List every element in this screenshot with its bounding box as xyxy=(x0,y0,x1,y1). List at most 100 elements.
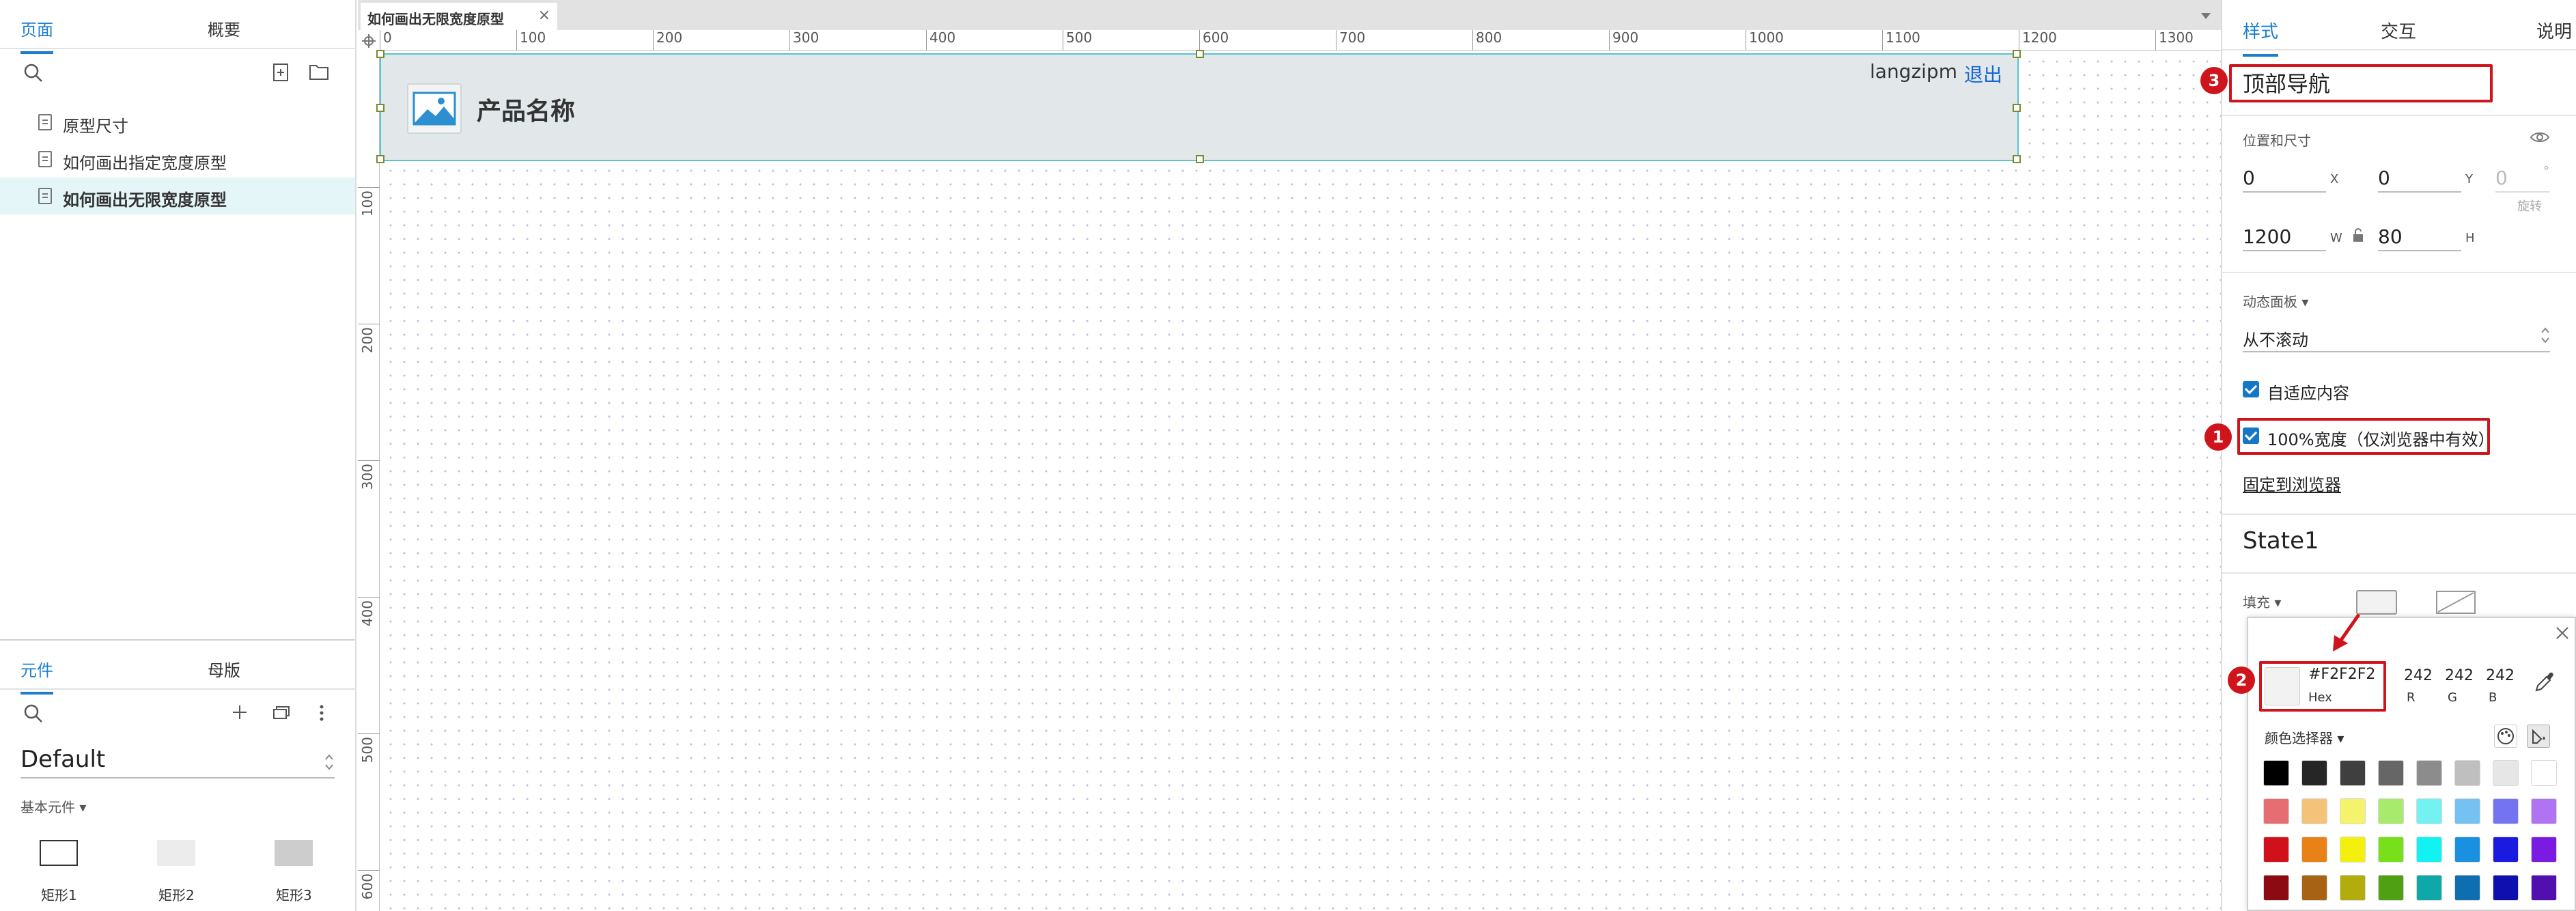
product-name: 产品名称 xyxy=(477,98,576,126)
logout-link[interactable]: 退出 xyxy=(1964,60,2002,87)
color-swatch[interactable] xyxy=(2531,875,2557,901)
color-swatch[interactable] xyxy=(2493,837,2519,863)
color-swatch[interactable] xyxy=(2454,875,2480,901)
color-swatch[interactable] xyxy=(2416,760,2442,786)
color-picker-section[interactable]: 颜色选择器 ▾ xyxy=(2265,727,2344,747)
color-swatch[interactable] xyxy=(2301,760,2327,786)
tab-style[interactable]: 样式 xyxy=(2243,18,2279,57)
color-swatch[interactable] xyxy=(2416,837,2442,863)
resize-handle[interactable] xyxy=(376,155,384,163)
add-folder-icon[interactable] xyxy=(309,63,329,81)
updown-chevron-icon xyxy=(2540,325,2550,346)
product-logo-placeholder xyxy=(407,83,462,134)
color-swatch[interactable] xyxy=(2263,760,2289,786)
color-swatch[interactable] xyxy=(2301,798,2327,824)
add-page-icon[interactable] xyxy=(272,63,290,82)
page-item[interactable]: 原型尺寸 xyxy=(0,104,355,141)
color-swatch[interactable] xyxy=(2340,875,2366,901)
search-icon[interactable] xyxy=(23,63,44,83)
library-select[interactable]: Default xyxy=(20,746,335,779)
library-stack-icon[interactable] xyxy=(272,703,292,721)
page-item[interactable]: 如何画出指定宽度原型 xyxy=(0,141,355,178)
widget-box2[interactable] xyxy=(157,840,195,866)
tab-masters[interactable]: 母版 xyxy=(208,657,240,681)
canvas-grid[interactable] xyxy=(380,51,2221,911)
tab-pages[interactable]: 页面 xyxy=(20,16,53,54)
resize-handle[interactable] xyxy=(2013,104,2021,112)
color-fill-icon[interactable] xyxy=(2527,725,2550,748)
tab-menu-chevron-icon[interactable] xyxy=(2200,10,2211,19)
dynamic-panel-section[interactable]: 动态面板 ▾ xyxy=(2243,291,2308,311)
color-swatch[interactable] xyxy=(2531,837,2557,863)
add-library-icon[interactable] xyxy=(231,703,249,721)
page-item-selected[interactable]: 如何画出无限宽度原型 xyxy=(0,178,355,214)
position-size-label: 位置和尺寸 xyxy=(2243,132,2311,149)
lock-aspect-icon[interactable] xyxy=(2352,228,2364,243)
more-options-icon[interactable] xyxy=(318,703,325,723)
fit-content-checkbox[interactable] xyxy=(2243,381,2259,397)
height-input[interactable]: 80 xyxy=(2378,223,2461,251)
widget-box3[interactable] xyxy=(275,840,313,866)
close-icon[interactable] xyxy=(2554,625,2571,641)
color-swatch[interactable] xyxy=(2454,798,2480,824)
resize-handle[interactable] xyxy=(376,50,384,58)
resize-handle[interactable] xyxy=(376,104,384,112)
tab-overview[interactable]: 概要 xyxy=(208,16,240,40)
x-input[interactable]: 0 xyxy=(2243,164,2326,193)
color-swatch[interactable] xyxy=(2493,760,2519,786)
resize-handle[interactable] xyxy=(2013,50,2021,58)
fill-section[interactable]: 填充 ▾ xyxy=(2243,591,2281,611)
widget-category[interactable]: 基本元件 ▾ xyxy=(20,796,86,816)
annotation-badge: 2 xyxy=(2228,667,2255,694)
search-icon[interactable] xyxy=(23,703,44,724)
tab-notes[interactable]: 说明 xyxy=(2536,18,2572,43)
color-swatch[interactable] xyxy=(2531,798,2557,824)
color-swatch[interactable] xyxy=(2531,760,2557,786)
color-swatch[interactable] xyxy=(2378,798,2404,824)
color-swatch[interactable] xyxy=(2263,875,2289,901)
scroll-select[interactable]: 从不滚动 xyxy=(2243,324,2550,352)
g-input[interactable]: 242 xyxy=(2445,667,2474,684)
close-icon[interactable]: × xyxy=(538,7,550,24)
color-swatch[interactable] xyxy=(2340,837,2366,863)
color-swatch[interactable] xyxy=(2263,798,2289,824)
palette-icon[interactable] xyxy=(2494,725,2517,748)
color-swatch[interactable] xyxy=(2301,875,2327,901)
color-swatch[interactable] xyxy=(2378,760,2404,786)
resize-handle[interactable] xyxy=(1196,155,1204,163)
color-swatch[interactable] xyxy=(2340,798,2366,824)
color-swatch[interactable] xyxy=(2454,760,2480,786)
color-swatch[interactable] xyxy=(2493,875,2519,901)
color-swatch[interactable] xyxy=(2454,837,2480,863)
state-name[interactable]: State1 xyxy=(2243,527,2319,555)
page-icon xyxy=(38,188,52,204)
fill-image-button[interactable] xyxy=(2435,590,2476,615)
color-swatch[interactable] xyxy=(2416,798,2442,824)
r-input[interactable]: 242 xyxy=(2404,667,2433,684)
eyedropper-icon[interactable] xyxy=(2534,670,2554,693)
rotation-input[interactable]: 0 xyxy=(2495,164,2550,193)
color-swatch[interactable] xyxy=(2301,837,2327,863)
x-value: 0 xyxy=(2243,167,2255,189)
resize-handle[interactable] xyxy=(1196,50,1204,58)
color-swatch[interactable] xyxy=(2263,837,2289,863)
b-input[interactable]: 242 xyxy=(2486,667,2515,684)
visibility-eye-icon[interactable] xyxy=(2530,130,2550,145)
y-input[interactable]: 0 xyxy=(2378,164,2461,193)
width-input[interactable]: 1200 xyxy=(2243,223,2326,251)
tab-interactions[interactable]: 交互 xyxy=(2381,18,2416,43)
color-swatch[interactable] xyxy=(2378,837,2404,863)
fill-color-button[interactable] xyxy=(2356,590,2397,615)
color-swatch[interactable] xyxy=(2340,760,2366,786)
widget-box1[interactable] xyxy=(40,840,78,866)
color-swatch[interactable] xyxy=(2493,798,2519,824)
top-nav-widget[interactable]: 产品名称 langzipm 退出 xyxy=(376,50,2021,163)
color-swatch[interactable] xyxy=(2416,875,2442,901)
page-icon xyxy=(38,114,52,130)
resize-handle[interactable] xyxy=(2013,155,2021,163)
document-tab[interactable]: 如何画出无限宽度原型 × xyxy=(361,3,557,30)
ruler-tick: 200 xyxy=(653,30,682,51)
color-swatch[interactable] xyxy=(2378,875,2404,901)
pin-to-browser-link[interactable]: 固定到浏览器 xyxy=(2243,471,2341,495)
tab-widgets[interactable]: 元件 xyxy=(20,657,53,695)
